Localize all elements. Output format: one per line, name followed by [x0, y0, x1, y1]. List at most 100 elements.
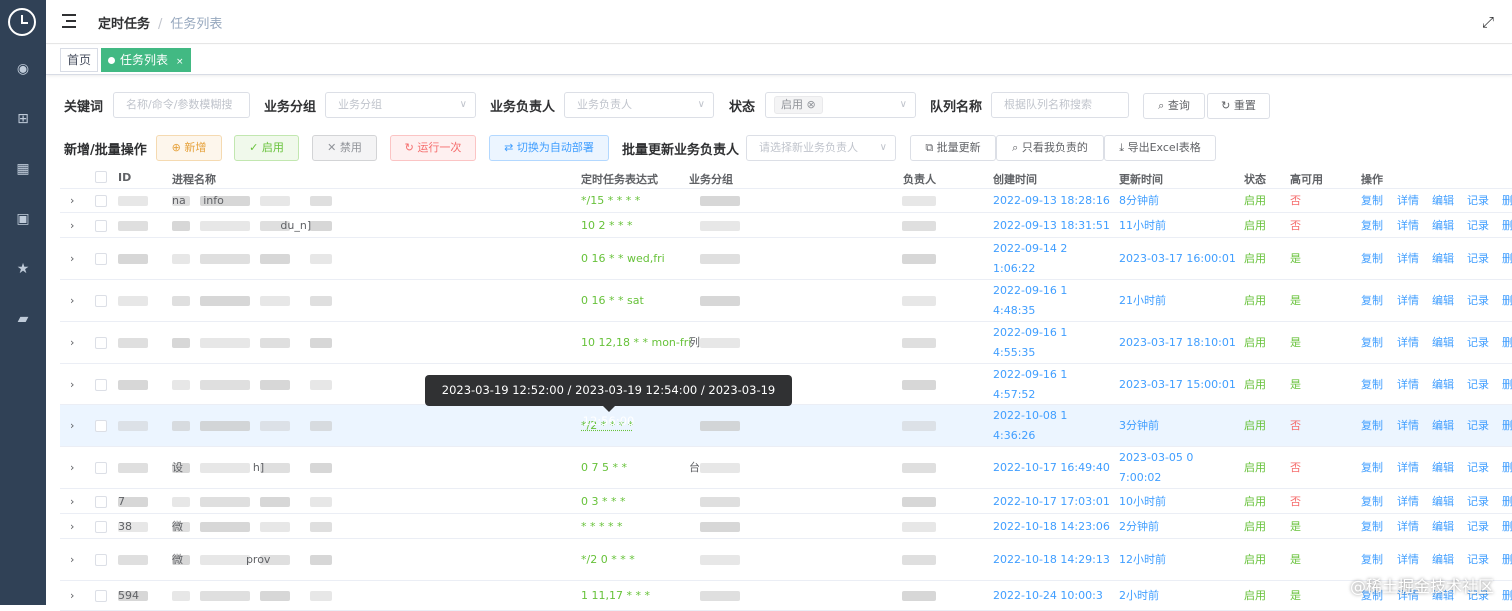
edit-action[interactable]: 编辑	[1432, 458, 1454, 478]
keyword-input[interactable]: 名称/命令/参数模糊搜	[113, 92, 250, 118]
log-action[interactable]: 记录	[1467, 249, 1489, 269]
dashboard-icon[interactable]: ▦	[15, 161, 31, 177]
clock-logo-icon[interactable]	[8, 8, 36, 36]
detail-action[interactable]: 详情	[1397, 492, 1419, 512]
table-row[interactable]: ›*/2 * * * *2022-10-08 14:36:263分钟前启用否复制…	[60, 405, 1512, 447]
row-cron[interactable]: 0 16 * * sat	[581, 291, 644, 311]
log-action[interactable]: 记录	[1467, 458, 1489, 478]
row-cron[interactable]: 0 7 5 * *	[581, 458, 627, 478]
row-checkbox[interactable]	[95, 253, 107, 265]
close-icon[interactable]: ×	[176, 57, 184, 67]
expand-chevron-icon[interactable]: ›	[70, 586, 74, 606]
expand-chevron-icon[interactable]: ›	[70, 375, 74, 395]
globe-icon[interactable]: ◉	[15, 61, 31, 77]
edit-action[interactable]: 编辑	[1432, 291, 1454, 311]
auto-deploy-button[interactable]: ⇄ 切换为自动部署	[489, 135, 609, 161]
reset-button[interactable]: ↻ 重置	[1207, 93, 1270, 119]
log-action[interactable]: 记录	[1467, 416, 1489, 436]
edit-action[interactable]: 编辑	[1432, 375, 1454, 395]
detail-action[interactable]: 详情	[1397, 458, 1419, 478]
row-cron[interactable]: * * * * *	[581, 517, 623, 537]
row-cron[interactable]: 1 11,17 * * *	[581, 586, 650, 606]
detail-action[interactable]: 详情	[1397, 517, 1419, 537]
row-checkbox[interactable]	[95, 337, 107, 349]
delete-action[interactable]: 删	[1502, 291, 1512, 311]
expand-chevron-icon[interactable]: ›	[70, 249, 74, 269]
expand-chevron-icon[interactable]: ›	[70, 492, 74, 512]
detail-action[interactable]: 详情	[1397, 191, 1419, 211]
only-mine-button[interactable]: ⌕ 只看我负责的	[996, 135, 1104, 161]
owner-select[interactable]: 业务负责人∨	[564, 92, 714, 118]
row-checkbox[interactable]	[95, 379, 107, 391]
expand-chevron-icon[interactable]: ›	[70, 416, 74, 436]
row-checkbox[interactable]	[95, 420, 107, 432]
log-action[interactable]: 记录	[1467, 492, 1489, 512]
copy-action[interactable]: 复制	[1361, 492, 1383, 512]
row-checkbox[interactable]	[95, 295, 107, 307]
copy-action[interactable]: 复制	[1361, 458, 1383, 478]
copy-action[interactable]: 复制	[1361, 249, 1383, 269]
expand-chevron-icon[interactable]: ›	[70, 458, 74, 478]
edit-action[interactable]: 编辑	[1432, 333, 1454, 353]
copy-action[interactable]: 复制	[1361, 216, 1383, 236]
add-button[interactable]: ⊕ 新增	[156, 135, 222, 161]
table-row[interactable]: › du_n]10 2 * * *2022-09-13 18:31:5111小时…	[60, 213, 1512, 238]
hamburger-icon[interactable]	[62, 14, 78, 28]
delete-action[interactable]: 删	[1502, 492, 1512, 512]
table-row[interactable]: ›微 prov*/2 0 * * *2022-10-18 14:29:1312小…	[60, 539, 1512, 581]
expand-chevron-icon[interactable]: ›	[70, 291, 74, 311]
detail-action[interactable]: 详情	[1397, 216, 1419, 236]
copy-action[interactable]: 复制	[1361, 550, 1383, 570]
table-row[interactable]: ›70 3 * * *2022-10-17 17:03:0110小时前启用否复制…	[60, 489, 1512, 514]
star-icon[interactable]: ★	[15, 261, 31, 277]
edit-action[interactable]: 编辑	[1432, 550, 1454, 570]
detail-action[interactable]: 详情	[1397, 375, 1419, 395]
copy-action[interactable]: 复制	[1361, 416, 1383, 436]
detail-action[interactable]: 详情	[1397, 333, 1419, 353]
copy-action[interactable]: 复制	[1361, 517, 1383, 537]
table-row[interactable]: ›0 16 * * wed,fri2022-09-14 21:06:222023…	[60, 238, 1512, 280]
row-cron[interactable]: 10 2 * * *	[581, 216, 632, 236]
batch-owner-select[interactable]: 请选择新业务负责人∨	[746, 135, 896, 161]
tab-home[interactable]: 首页	[60, 48, 98, 72]
row-checkbox[interactable]	[95, 195, 107, 207]
copy-action[interactable]: 复制	[1361, 191, 1383, 211]
table-row[interactable]: ›38微* * * * *2022-10-18 14:23:062分钟前启用是复…	[60, 514, 1512, 539]
detail-action[interactable]: 详情	[1397, 249, 1419, 269]
delete-action[interactable]: 删	[1502, 375, 1512, 395]
log-action[interactable]: 记录	[1467, 333, 1489, 353]
table-row[interactable]: ›0 16 * * sat2022-09-16 14:48:3521小时前启用是…	[60, 280, 1512, 322]
table-row[interactable]: ›na info*/15 * * * *2022-09-13 18:28:168…	[60, 189, 1512, 213]
lock-icon[interactable]: ▰	[15, 311, 31, 327]
log-action[interactable]: 记录	[1467, 291, 1489, 311]
queue-input[interactable]: 根据队列名称搜索	[991, 92, 1129, 118]
detail-action[interactable]: 详情	[1397, 416, 1419, 436]
delete-action[interactable]: 删	[1502, 333, 1512, 353]
monitor-icon[interactable]: ▣	[15, 211, 31, 227]
delete-action[interactable]: 删	[1502, 216, 1512, 236]
delete-action[interactable]: 删	[1502, 550, 1512, 570]
detail-action[interactable]: 详情	[1397, 291, 1419, 311]
delete-action[interactable]: 删	[1502, 416, 1512, 436]
log-action[interactable]: 记录	[1467, 517, 1489, 537]
edit-action[interactable]: 编辑	[1432, 249, 1454, 269]
row-checkbox[interactable]	[95, 496, 107, 508]
row-cron[interactable]: 0 16 * * wed,fri	[581, 249, 665, 269]
delete-action[interactable]: 删	[1502, 586, 1512, 606]
delete-action[interactable]: 删	[1502, 191, 1512, 211]
delete-action[interactable]: 删	[1502, 517, 1512, 537]
status-chip[interactable]: 启用 ⊗	[774, 96, 823, 114]
copy-action[interactable]: 复制	[1361, 291, 1383, 311]
expand-chevron-icon[interactable]: ›	[70, 191, 74, 211]
table-row[interactable]: ›设 h]0 7 5 * *台2022-10-17 16:49:402023-0…	[60, 447, 1512, 489]
tab-task-list[interactable]: 任务列表×	[101, 48, 191, 72]
expand-chevron-icon[interactable]: ›	[70, 216, 74, 236]
edit-action[interactable]: 编辑	[1432, 416, 1454, 436]
table-row[interactable]: ›10 12,18 * * mon-fri列2022-09-16 14:55:3…	[60, 322, 1512, 364]
run-once-button[interactable]: ↻ 运行一次	[390, 135, 476, 161]
edit-action[interactable]: 编辑	[1432, 191, 1454, 211]
group-select[interactable]: 业务分组∨	[325, 92, 476, 118]
copy-action[interactable]: 复制	[1361, 375, 1383, 395]
expand-chevron-icon[interactable]: ›	[70, 550, 74, 570]
disable-button[interactable]: ✕ 禁用	[312, 135, 377, 161]
